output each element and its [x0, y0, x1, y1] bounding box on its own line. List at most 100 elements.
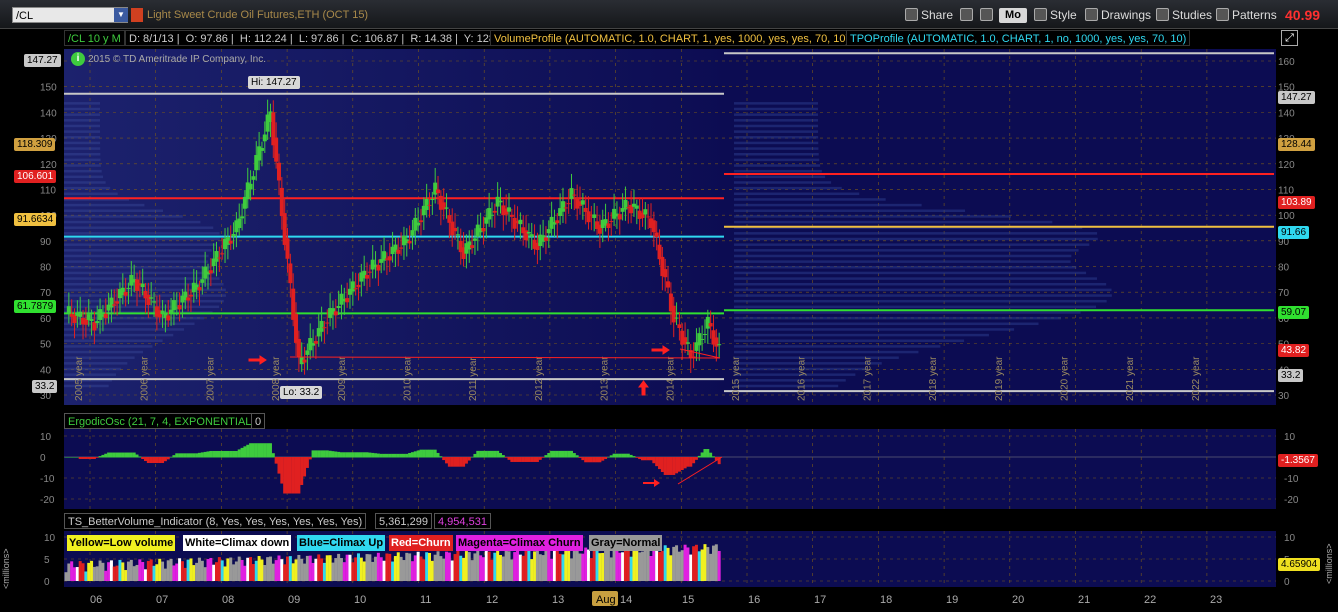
volume-bar [652, 547, 656, 581]
left-tag-33: 33.2 [32, 380, 58, 393]
ergodic-bar [90, 457, 94, 459]
ergodic-bar [601, 457, 605, 461]
ergodic-axis-label-left: 0 [40, 453, 46, 464]
ergodic-bar [215, 450, 219, 458]
legend-yellow: Yellow=Low volume [67, 535, 176, 551]
chart-area[interactable]: 2005 year 2006 year 2007 year 2008 year 2009… [0, 29, 1338, 612]
ergodic-bar [115, 452, 119, 458]
ergodic-bar [706, 449, 710, 458]
candle-body [319, 320, 324, 332]
settings-button[interactable] [978, 6, 998, 24]
ergodic-label[interactable]: ErgodicOsc (21, 7, 4, EXPONENTIAL) [64, 413, 260, 429]
volume-bar [249, 557, 253, 581]
volume-bar [445, 551, 449, 581]
volume-bar [81, 563, 85, 581]
volume-bar [430, 560, 434, 581]
share-button[interactable]: Share [903, 6, 955, 24]
volume-bar [320, 558, 324, 581]
ergodic-bar [689, 457, 693, 467]
info-icon[interactable]: i [71, 52, 85, 66]
aggregation-button[interactable]: Mo [999, 8, 1027, 23]
volume-bar [538, 554, 542, 581]
symbol-input[interactable]: /CL [12, 7, 128, 23]
profile-bar [64, 339, 163, 343]
ergodic-bar [476, 450, 480, 458]
expand-icon[interactable]: ⤢ [1281, 30, 1298, 46]
profile-bar [734, 147, 819, 150]
profile-bar [64, 175, 104, 179]
volume-label[interactable]: TS_BetterVolume_Indicator (8, Yes, Yes, … [64, 513, 367, 529]
ergodic-bar [351, 452, 355, 458]
candle-body [288, 263, 293, 284]
ergodic-bar [317, 450, 321, 458]
volume-bar [510, 559, 514, 581]
ergodic-bar [666, 457, 670, 475]
link-color-icon[interactable] [131, 8, 143, 22]
drawings-button[interactable]: Drawings [1083, 6, 1153, 24]
profile-bar [734, 209, 966, 213]
ergodic-bar [700, 452, 704, 458]
ergodic-bar [200, 452, 204, 458]
volume-bar [632, 548, 636, 581]
candle-body [444, 207, 449, 209]
candle-body [430, 199, 435, 201]
studies-icon [1156, 8, 1169, 21]
profile-bar [734, 124, 819, 128]
ergodic-bar [322, 450, 326, 458]
ergodic-bar [175, 453, 179, 458]
ergodic-bar [694, 457, 698, 460]
symbol-dropdown-icon[interactable]: ▼ [114, 8, 128, 22]
ergodic-bar [413, 451, 417, 458]
volume-bar [439, 556, 443, 581]
crosshair-button[interactable] [958, 6, 978, 24]
price-axis-label: 140 [1278, 108, 1295, 119]
volume-axis-label: 0 [1284, 577, 1290, 588]
candle-body [606, 223, 611, 228]
ergodic-bar [623, 453, 627, 458]
ergodic-bar [288, 457, 292, 494]
ergodic-bar [555, 450, 559, 458]
tpo-profile-label[interactable]: TPOProfile (AUTOMATIC, 1.0, CHART, 1, no… [846, 30, 1191, 46]
volume-bar [666, 547, 670, 581]
profile-bar [734, 169, 822, 173]
studies-button[interactable]: Studies [1154, 6, 1214, 24]
price-axis-label: 30 [1278, 391, 1290, 402]
legend-blue: Blue=Climax Up [297, 535, 386, 551]
volume-bar [700, 549, 704, 581]
ergodic-bar [237, 449, 241, 458]
volume-bar [229, 557, 233, 581]
profile-bar [64, 345, 153, 348]
time-axis-label: 10 [354, 594, 366, 606]
candle-body [262, 134, 267, 142]
ergodic-bar [163, 457, 167, 462]
candle-body [700, 338, 705, 340]
ergodic-bar [496, 450, 500, 458]
ergodic-bar [243, 446, 247, 458]
candle-body [160, 310, 165, 315]
style-button[interactable]: Style [1032, 6, 1079, 24]
volume-bar [680, 550, 684, 581]
volume-profile-label[interactable]: VolumeProfile (AUTOMATIC, 1.0, CHART, 1,… [490, 30, 854, 46]
volume-bar [365, 554, 369, 581]
volume-bar [507, 551, 511, 581]
time-axis-label: 17 [814, 594, 826, 606]
ergodic-bar [479, 450, 483, 458]
left-tag-106: 106.601 [14, 170, 57, 183]
candle-body [92, 322, 97, 331]
profile-bar [64, 192, 118, 196]
profile-bar [64, 141, 101, 145]
low-annotation: Lo: 33.2 [280, 386, 323, 399]
profile-bar [734, 232, 1098, 235]
volume-bar [345, 554, 349, 581]
patterns-button[interactable]: Patterns [1214, 6, 1279, 24]
ergodic-bar [564, 450, 568, 458]
volume-bar [572, 550, 576, 581]
candle-body [123, 291, 128, 296]
volume-bar [263, 565, 267, 581]
profile-bar [734, 373, 856, 376]
profile-bar [64, 266, 211, 269]
ergodic-bar [456, 457, 460, 467]
volume-bar [300, 558, 304, 581]
ergodic-bar [203, 451, 207, 458]
share-label: Share [921, 8, 954, 22]
